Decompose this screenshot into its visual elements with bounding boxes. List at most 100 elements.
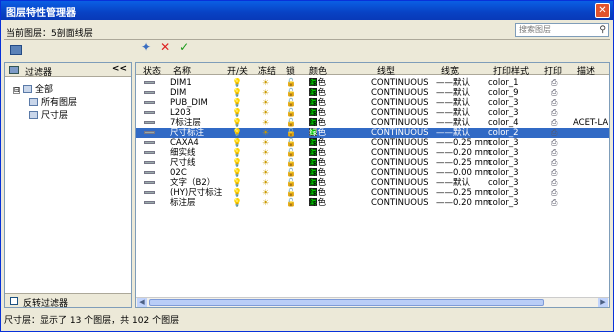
- unlock-icon[interactable]: 🔓: [286, 98, 296, 108]
- printer-icon[interactable]: ⎙: [551, 128, 557, 138]
- layer-linetype[interactable]: CONTINUOUS: [371, 148, 429, 158]
- sun-icon[interactable]: ☀: [262, 108, 269, 118]
- bulb-icon[interactable]: 💡: [232, 168, 242, 178]
- layer-linetype[interactable]: CONTINUOUS: [371, 128, 429, 138]
- column-header[interactable]: 线宽: [441, 64, 459, 77]
- column-header[interactable]: 状态: [143, 64, 161, 77]
- layer-linetype[interactable]: CONTINUOUS: [371, 168, 429, 178]
- printer-icon[interactable]: ⎙: [551, 98, 557, 108]
- column-header[interactable]: 打印: [544, 64, 562, 77]
- bulb-icon[interactable]: 💡: [232, 128, 242, 138]
- table-row[interactable]: DIM 💡 ☀ 🔓 绿色 CONTINUOUS ——默认 color_9 ⎙: [136, 88, 609, 98]
- bulb-icon[interactable]: 💡: [232, 78, 242, 88]
- layer-name[interactable]: CAXA4: [170, 138, 199, 148]
- tree-item-all-layers[interactable]: 所有图层: [29, 95, 77, 108]
- layer-linetype[interactable]: CONTINUOUS: [371, 178, 429, 188]
- column-header[interactable]: 打印样式: [493, 64, 529, 77]
- table-row[interactable]: 文字（B2） 💡 ☀ 🔓 绿色 CONTINUOUS ——默认 color_3 ⎙: [136, 178, 609, 188]
- unlock-icon[interactable]: 🔓: [286, 118, 296, 128]
- printer-icon[interactable]: ⎙: [551, 118, 557, 128]
- printer-icon[interactable]: ⎙: [551, 178, 557, 188]
- printer-icon[interactable]: ⎙: [551, 198, 557, 208]
- close-button[interactable]: ✕: [595, 3, 610, 18]
- layer-lineweight[interactable]: ——默认: [436, 118, 470, 128]
- bulb-icon[interactable]: 💡: [232, 98, 242, 108]
- bulb-icon[interactable]: 💡: [232, 138, 242, 148]
- unlock-icon[interactable]: 🔓: [286, 138, 296, 148]
- printer-icon[interactable]: ⎙: [551, 158, 557, 168]
- sun-icon[interactable]: ☀: [262, 138, 269, 148]
- layer-plot-style[interactable]: color_3: [488, 198, 519, 208]
- layer-plot-style[interactable]: color_3: [488, 158, 519, 168]
- layer-linetype[interactable]: CONTINUOUS: [371, 88, 429, 98]
- unlock-icon[interactable]: 🔓: [286, 168, 296, 178]
- scroll-thumb[interactable]: [149, 299, 544, 306]
- bulb-icon[interactable]: 💡: [232, 198, 242, 208]
- set-current-button[interactable]: ✓: [179, 41, 189, 54]
- sun-icon[interactable]: ☀: [262, 88, 269, 98]
- unlock-icon[interactable]: 🔓: [286, 198, 296, 208]
- sun-icon[interactable]: ☀: [262, 78, 269, 88]
- bulb-icon[interactable]: 💡: [232, 118, 242, 128]
- bulb-icon[interactable]: 💡: [232, 108, 242, 118]
- table-row[interactable]: 标注层 💡 ☀ 🔓 绿色 CONTINUOUS ——0.20 mm color_3 ⎙: [136, 198, 609, 208]
- table-row[interactable]: CAXA4 💡 ☀ 🔓 绿色 CONTINUOUS ——0.25 mm color_3 ⎙: [136, 138, 609, 148]
- printer-icon[interactable]: ⎙: [551, 188, 557, 198]
- column-header[interactable]: 开/关: [227, 64, 248, 77]
- sun-icon[interactable]: ☀: [262, 128, 269, 138]
- table-row[interactable]: (HY)尺寸标注 💡 ☀ 🔓 绿色 CONTINUOUS ——0.25 mm color_3 ⎙: [136, 188, 609, 198]
- sun-icon[interactable]: ☀: [262, 198, 269, 208]
- sun-icon[interactable]: ☀: [262, 118, 269, 128]
- layer-name[interactable]: PUB_DIM: [170, 98, 208, 108]
- sun-icon[interactable]: ☀: [262, 148, 269, 158]
- layer-lineweight[interactable]: ——默认: [436, 98, 470, 108]
- table-row[interactable]: 7标注层 💡 ☀ 🔓 绿色 CONTINUOUS ——默认 color_4 ⎙ ACET-LA: [136, 118, 609, 128]
- unlock-icon[interactable]: 🔓: [286, 188, 296, 198]
- layer-name[interactable]: 细实线: [170, 148, 196, 158]
- layer-linetype[interactable]: CONTINUOUS: [371, 118, 429, 128]
- layer-lineweight[interactable]: ——默认: [436, 108, 470, 118]
- table-row[interactable]: 细实线 💡 ☀ 🔓 绿色 CONTINUOUS ——0.20 mm color_3 ⎙: [136, 148, 609, 158]
- layer-name[interactable]: 尺寸线: [170, 158, 196, 168]
- layer-name[interactable]: L203: [170, 108, 191, 118]
- layer-lineweight[interactable]: ——0.25 mm: [436, 138, 491, 148]
- table-row[interactable]: PUB_DIM 💡 ☀ 🔓 绿色 CONTINUOUS ——默认 color_3 ⎙: [136, 98, 609, 108]
- column-header[interactable]: 线型: [377, 64, 395, 77]
- search-input[interactable]: 搜索图层 ⚲: [515, 23, 609, 37]
- printer-icon[interactable]: ⎙: [551, 148, 557, 158]
- unlock-icon[interactable]: 🔓: [286, 78, 296, 88]
- table-row[interactable]: L203 💡 ☀ 🔓 绿色 CONTINUOUS ——默认 color_3 ⎙: [136, 108, 609, 118]
- table-row[interactable]: 尺寸线 💡 ☀ 🔓 绿色 CONTINUOUS ——0.25 mm color_3 ⎙: [136, 158, 609, 168]
- new-filter-icon[interactable]: [10, 45, 22, 55]
- table-row[interactable]: 尺寸标注 💡 ☀ 🔓 绿色 CONTINUOUS ——默认 color_2 ⎙: [136, 128, 609, 138]
- layer-linetype[interactable]: CONTINUOUS: [371, 198, 429, 208]
- layer-name[interactable]: 文字（B2）: [170, 178, 215, 188]
- horizontal-scrollbar[interactable]: ◀ ▶: [136, 297, 609, 307]
- bulb-icon[interactable]: 💡: [232, 88, 242, 98]
- scroll-left-icon[interactable]: ◀: [137, 298, 147, 307]
- magnifier-icon[interactable]: ⚲: [599, 24, 606, 36]
- layer-plot-style[interactable]: color_3: [488, 168, 519, 178]
- layer-lineweight[interactable]: ——默认: [436, 88, 470, 98]
- column-header[interactable]: 名称: [173, 64, 191, 77]
- bulb-icon[interactable]: 💡: [232, 178, 242, 188]
- unlock-icon[interactable]: 🔓: [286, 148, 296, 158]
- printer-icon[interactable]: ⎙: [551, 88, 557, 98]
- layer-lineweight[interactable]: ——默认: [436, 178, 470, 188]
- tree-item-all[interactable]: ⊟ 全部: [13, 82, 53, 95]
- layer-linetype[interactable]: CONTINUOUS: [371, 188, 429, 198]
- layer-lineweight[interactable]: ——0.25 mm: [436, 188, 491, 198]
- table-row[interactable]: 02C 💡 ☀ 🔓 绿色 CONTINUOUS ——0.00 mm color_3 ⎙: [136, 168, 609, 178]
- layer-name[interactable]: 02C: [170, 168, 187, 178]
- layer-linetype[interactable]: CONTINUOUS: [371, 78, 429, 88]
- title-bar[interactable]: 图层特性管理器 ✕: [1, 1, 613, 20]
- layer-plot-style[interactable]: color_3: [488, 98, 519, 108]
- tree-toggle-icon[interactable]: ⊟: [13, 87, 20, 94]
- layer-description[interactable]: ACET-LA: [573, 118, 608, 128]
- unlock-icon[interactable]: 🔓: [286, 158, 296, 168]
- layer-linetype[interactable]: CONTINUOUS: [371, 158, 429, 168]
- tree-item-dimension-layers[interactable]: 尺寸层: [29, 108, 68, 121]
- bulb-icon[interactable]: 💡: [232, 188, 242, 198]
- bulb-icon[interactable]: 💡: [232, 158, 242, 168]
- layer-name[interactable]: 尺寸标注: [170, 128, 204, 138]
